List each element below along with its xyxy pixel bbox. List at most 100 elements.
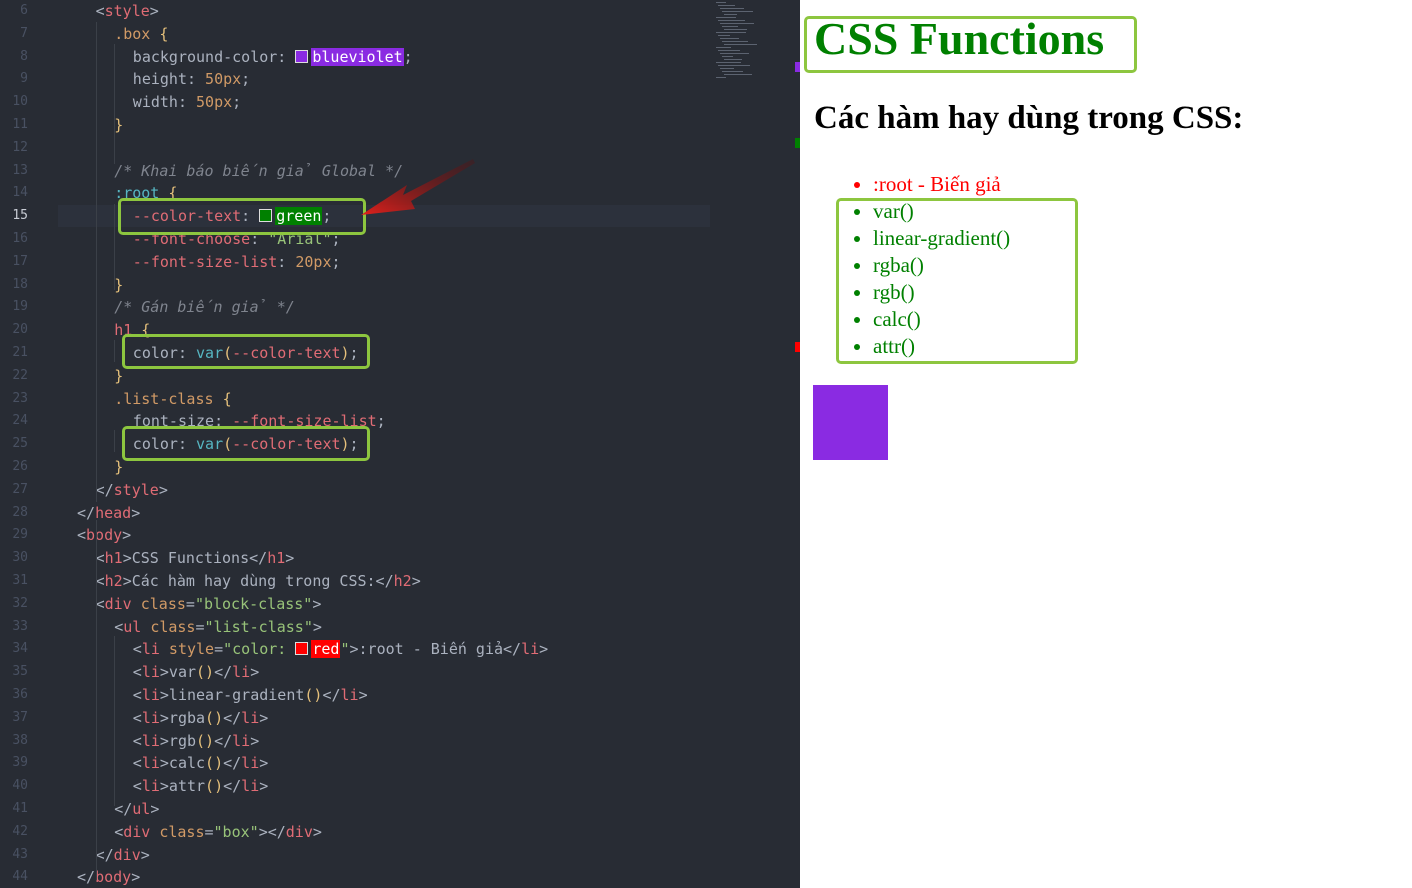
code-token: background-color: bbox=[132, 47, 296, 66]
code-token: ; bbox=[232, 93, 242, 112]
code-token: </ bbox=[223, 777, 242, 796]
code-token: () bbox=[304, 686, 323, 704]
line-number: 29 bbox=[12, 527, 28, 543]
code-token: ></ bbox=[258, 822, 286, 841]
line-number: 28 bbox=[12, 504, 28, 520]
indent-guide bbox=[96, 22, 97, 502]
line-number: 30 bbox=[12, 550, 28, 566]
highlight-box-list-color bbox=[122, 426, 370, 461]
code-line: .list-class { bbox=[114, 388, 231, 410]
code-line: <ul class="list-class"> bbox=[114, 616, 322, 638]
code-token: </ bbox=[214, 731, 233, 750]
code-token: < bbox=[114, 822, 124, 841]
code-token: } bbox=[114, 366, 124, 385]
code-token: li bbox=[241, 777, 260, 796]
minimap[interactable] bbox=[716, 0, 766, 80]
code-line: <li>rgb()</li> bbox=[133, 730, 259, 752]
code-token: >calc bbox=[159, 754, 206, 773]
code-token: = bbox=[214, 640, 224, 659]
code-token: ; bbox=[241, 70, 251, 89]
code-token: < bbox=[132, 708, 142, 727]
code-token: > bbox=[131, 503, 141, 522]
code-line: <li>rgba()</li> bbox=[133, 707, 268, 729]
line-number: 14 bbox=[12, 185, 28, 201]
code-token: () bbox=[205, 754, 224, 773]
minimap-line bbox=[724, 44, 757, 45]
code-token: > bbox=[312, 617, 322, 636]
code-token: style bbox=[104, 2, 150, 20]
line-number: 25 bbox=[12, 436, 28, 452]
code-line: .box { bbox=[114, 23, 168, 45]
code-editor[interactable]: 6 7 8 9 10 11 12 13 14 15 16 17 18 19 20 21 22 23 24 25 26 27… bbox=[0, 0, 800, 888]
code-line: <li>var()</li> bbox=[133, 661, 259, 683]
code-token: < bbox=[132, 640, 142, 659]
code-line: height: 50px; bbox=[133, 68, 250, 90]
code-token: > bbox=[312, 822, 322, 841]
list-item: attr() bbox=[873, 333, 1010, 360]
code-token: li bbox=[241, 708, 260, 727]
code-line: } bbox=[114, 114, 123, 136]
line-number: 24 bbox=[12, 413, 28, 429]
code-token: = bbox=[185, 594, 195, 613]
code-token: ; bbox=[403, 47, 413, 66]
code-token: ; bbox=[331, 252, 341, 271]
list-item: calc() bbox=[873, 306, 1010, 333]
code-token: /* Gán biến giả */ bbox=[114, 298, 295, 317]
minimap-line bbox=[722, 56, 733, 57]
line-number: 9 bbox=[20, 71, 28, 87]
code-token: "list-class" bbox=[204, 617, 313, 636]
page-heading: CSS Functions bbox=[814, 13, 1105, 64]
code-token: class bbox=[159, 822, 205, 841]
code-token: </ bbox=[214, 663, 233, 682]
indent-guide bbox=[114, 340, 115, 362]
minimap-line bbox=[722, 41, 748, 42]
code-token: body bbox=[86, 526, 123, 545]
line-number: 40 bbox=[12, 778, 28, 794]
code-token: div bbox=[123, 822, 151, 841]
line-number: 11 bbox=[12, 117, 28, 132]
minimap-line bbox=[718, 5, 735, 6]
code-token: { bbox=[222, 389, 232, 408]
code-token: --font-size-list bbox=[132, 252, 278, 271]
code-line: --font-size-list: 20px; bbox=[133, 251, 341, 273]
code-line: <div class="box"></div> bbox=[114, 821, 322, 843]
code-token: < bbox=[95, 2, 105, 20]
line-number: 12 bbox=[12, 139, 28, 155]
code-token: </ bbox=[322, 686, 341, 704]
minimap-line bbox=[720, 23, 754, 24]
code-line: } bbox=[114, 274, 123, 296]
code-token: h1 bbox=[267, 549, 286, 568]
code-token: > bbox=[411, 572, 421, 590]
code-token: li bbox=[141, 754, 160, 773]
list-item: var() bbox=[873, 198, 1010, 225]
code-line: } bbox=[114, 365, 123, 387]
code-token: div bbox=[285, 822, 313, 841]
color-swatch-icon bbox=[295, 49, 309, 63]
line-number: 44 bbox=[12, 869, 28, 885]
code-token: > bbox=[150, 800, 160, 818]
code-token: li bbox=[141, 731, 160, 750]
line-number: 37 bbox=[12, 709, 28, 725]
code-token: > bbox=[259, 777, 269, 796]
code-token: li bbox=[141, 663, 160, 682]
code-token: < bbox=[132, 731, 142, 750]
code-token: class bbox=[140, 594, 186, 613]
code-token: >rgb bbox=[159, 731, 197, 750]
code-token: </ bbox=[77, 868, 96, 887]
line-number: 32 bbox=[12, 595, 28, 611]
code-token: } bbox=[114, 275, 124, 294]
line-number: 17 bbox=[12, 253, 28, 269]
indent-guide bbox=[96, 520, 97, 880]
code-line: </style> bbox=[96, 479, 168, 501]
code-token: > bbox=[149, 2, 159, 20]
minimap-line bbox=[724, 14, 737, 15]
line-number: 33 bbox=[12, 618, 28, 634]
code-line: <li>attr()</li> bbox=[133, 775, 268, 797]
blueviolet-box bbox=[813, 385, 888, 460]
code-line: </div> bbox=[96, 844, 150, 866]
code-token: </ bbox=[77, 503, 96, 522]
